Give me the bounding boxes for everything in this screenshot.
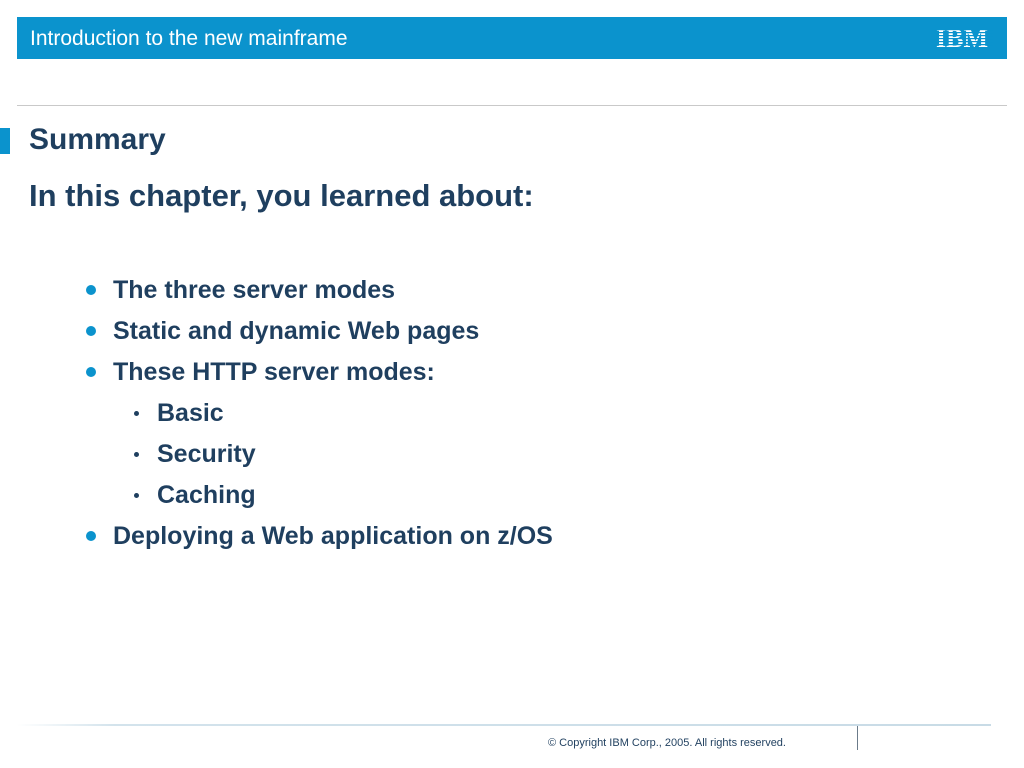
bullet-text: These HTTP server modes:: [113, 358, 435, 386]
header-bar: Introduction to the new mainframe IBM: [17, 17, 1007, 59]
bullet-item: Static and dynamic Web pages: [86, 317, 480, 346]
sub-bullet-dot-icon: [134, 493, 139, 498]
bullet-item: These HTTP server modes:: [86, 358, 435, 387]
copyright-notice: © Copyright IBM Corp., 2005. All rights …: [548, 737, 786, 749]
sub-bullet-dot-icon: [134, 452, 139, 457]
header-divider: [17, 105, 1007, 106]
sub-bullet-text: Caching: [157, 481, 256, 509]
heading-accent-mark: [0, 128, 10, 154]
ibm-logo: IBM: [931, 25, 993, 51]
header-title: Introduction to the new mainframe: [30, 27, 348, 50]
sub-bullet-item: Security: [134, 440, 256, 469]
sub-bullet-text: Basic: [157, 399, 224, 427]
bullet-dot-icon: [86, 285, 96, 295]
bullet-text: Static and dynamic Web pages: [113, 317, 480, 345]
slide: Introduction to the new mainframe IBM Su…: [0, 0, 1024, 768]
footer-divider: [17, 724, 991, 726]
sub-bullet-item: Caching: [134, 481, 256, 510]
bullet-dot-icon: [86, 367, 96, 377]
slide-heading: Summary: [29, 123, 166, 156]
footer-vertical-divider: [857, 726, 858, 750]
sub-bullet-dot-icon: [134, 411, 139, 416]
bullet-text: The three server modes: [113, 276, 396, 304]
bullet-item: The three server modes: [86, 276, 396, 305]
bullet-dot-icon: [86, 531, 96, 541]
bullet-text: Deploying a Web application on z/OS: [113, 522, 553, 550]
sub-bullet-item: Basic: [134, 399, 224, 428]
bullet-item: Deploying a Web application on z/OS: [86, 522, 553, 551]
bullet-dot-icon: [86, 326, 96, 336]
slide-subheading: In this chapter, you learned about:: [29, 178, 534, 213]
sub-bullet-text: Security: [157, 440, 256, 468]
